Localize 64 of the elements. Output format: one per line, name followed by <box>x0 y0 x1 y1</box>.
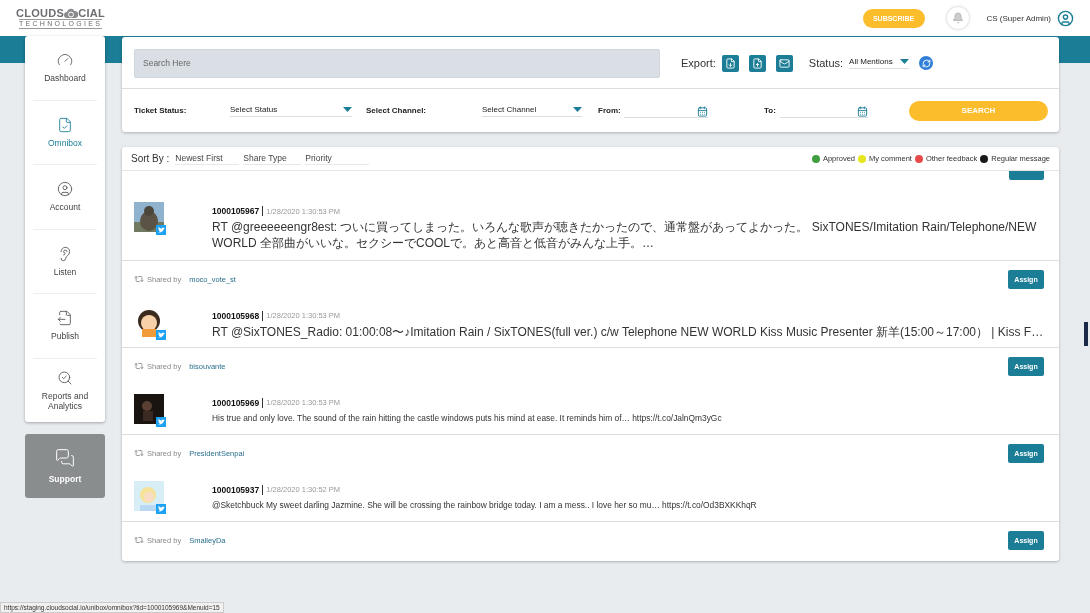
nav-item[interactable]: Reports and Analytics <box>33 358 97 422</box>
caret-icon <box>900 59 910 64</box>
channel-label: Select Channel: <box>366 106 427 115</box>
mail-icon <box>778 57 790 69</box>
user-name[interactable]: CS (Super Admin) <box>986 13 1051 23</box>
to-date-field[interactable] <box>780 103 868 118</box>
twitter-icon <box>156 329 166 340</box>
nav-item[interactable]: Account <box>33 165 97 230</box>
refresh-arrows-icon <box>921 58 931 68</box>
post-text: @Sketchbuck My sweet darling Jazmine. She will be crossing the rainbow bridge today. I am a mess.. I love her so mu… https://t.co/Od3BXKKhqR <box>212 498 758 512</box>
post-id: 1000105967 <box>212 206 260 216</box>
retweet-icon <box>134 274 144 285</box>
calendar-icon[interactable] <box>857 105 868 117</box>
status-dropdown[interactable]: All Mentions <box>849 57 910 69</box>
sort-option[interactable]: Priority <box>305 152 370 165</box>
post-id: 1000105937 <box>212 484 260 495</box>
post-id: 1000105969 <box>212 397 260 408</box>
retweet-icon <box>134 535 144 545</box>
nav-icon <box>57 245 73 262</box>
nav-icon <box>57 116 73 133</box>
retweet-icon <box>134 448 144 459</box>
ticket-status-label: Ticket Status: <box>134 106 188 115</box>
export-label: Export: <box>681 57 716 69</box>
scrollbar-thumb[interactable] <box>1084 322 1088 346</box>
caret-icon <box>573 106 582 112</box>
from-date-field[interactable] <box>624 103 708 118</box>
search-field[interactable]: Search Here <box>134 48 660 78</box>
channel-dropdown[interactable]: Select Channel <box>482 104 582 117</box>
post-text: His true and only love. The sound of the rain hitting the castle windows puts his mind at ease. It reminds him of… https://t.co/JalnQm3yGc <box>212 411 723 425</box>
file-download-icon <box>724 57 736 69</box>
twitter-icon <box>156 225 166 235</box>
user-avatar-icon[interactable] <box>1057 9 1074 27</box>
nav-item[interactable]: Publish <box>33 294 97 359</box>
sort-option[interactable]: Newest First <box>175 152 240 165</box>
ticket-status-dropdown[interactable]: Select Status <box>230 104 352 117</box>
status-label: Status: <box>808 57 844 69</box>
nav-icon <box>57 310 73 327</box>
logo-text: CLOUDS <box>16 7 65 19</box>
refresh-icon[interactable] <box>919 56 934 70</box>
sort-option[interactable]: Share Type <box>243 152 302 165</box>
from-label: From: <box>598 106 622 115</box>
logo-text: CIAL <box>78 7 106 19</box>
chat-icon <box>55 448 75 468</box>
export-download-button[interactable] <box>721 54 739 72</box>
file-upload-icon <box>751 57 763 69</box>
nav-icon <box>57 181 73 198</box>
cloud-logo-icon <box>64 7 79 19</box>
post-id: 1000105968 <box>212 310 260 321</box>
nav-icon <box>57 369 73 386</box>
bell-icon <box>951 12 964 24</box>
twitter-icon <box>156 416 166 427</box>
to-label: To: <box>764 106 777 115</box>
nav-item[interactable]: Omnibox <box>33 100 97 165</box>
export-upload-button[interactable] <box>748 54 766 72</box>
nav-item[interactable]: Listen <box>33 229 97 294</box>
post-text: RT @greeeeeengr8est: ついに買ってしまった。いろんな歌声が聴きたかったので、通常盤があってよかった。 SixTONES/Imitation Rain/Telephone/NEW WORLD 全部曲がいいな。セクシーでCOOLで。あと高音と低音がみんな上手。… <box>212 219 1038 251</box>
nav-item[interactable]: Dashboard <box>33 36 97 101</box>
caret-icon <box>343 106 352 112</box>
twitter-icon <box>156 503 166 514</box>
sort-label: Sort By : <box>131 153 170 164</box>
email-button[interactable] <box>775 54 793 72</box>
calendar-icon[interactable] <box>697 105 708 117</box>
post-text: RT @SixTONES_Radio: 01:00:08〜♪Imitation Rain / SixTONES(full ver.) c/w Telephone NEW WORLD Kiss Music Presenter 新羊(15:00～17:00） | Kiss F… <box>212 323 1044 340</box>
retweet-icon <box>134 361 144 372</box>
